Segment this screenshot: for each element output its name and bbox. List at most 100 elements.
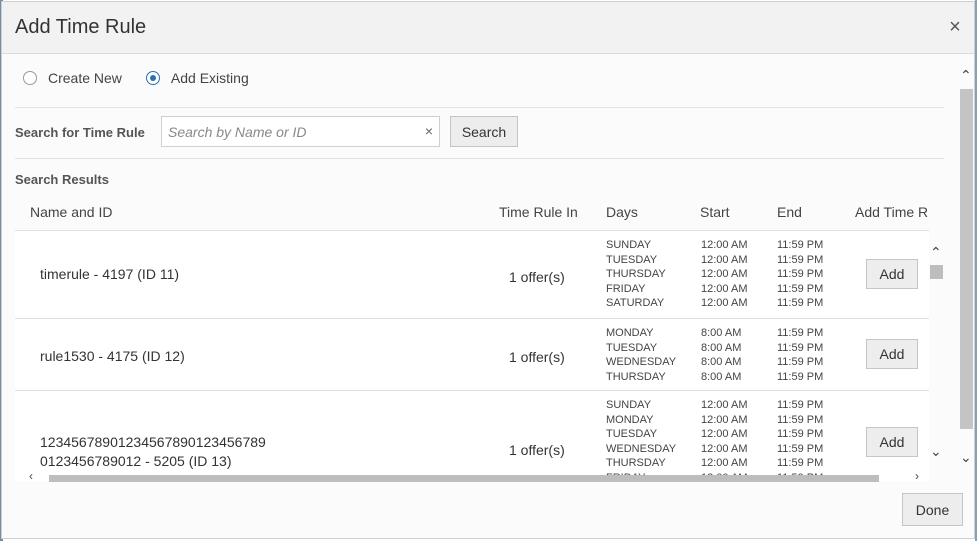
scrollbar-thumb[interactable]	[960, 89, 973, 429]
start-times: 12:00 AM 12:00 AM 12:00 AM 12:00 AM 12:0…	[701, 398, 747, 481]
start-time: 8:00 AM	[701, 327, 742, 339]
scrollbar-thumb[interactable]	[49, 475, 879, 482]
done-button[interactable]: Done	[902, 493, 963, 526]
add-time-rule-dialog: Add Time Rule × Create New Add Existing …	[1, 1, 975, 539]
rule-name-line: rule1530 - 4175 (ID 12)	[40, 348, 185, 364]
table-row: timerule - 4197 (ID 11) 1 offer(s) SUNDA…	[15, 231, 929, 319]
end-times: 11:59 PM 11:59 PM 11:59 PM 11:59 PM 11:5…	[777, 398, 823, 481]
start-time: 12:00 AM	[701, 253, 748, 266]
rule-name-line: 0123456789012 - 5205 (ID 13)	[40, 453, 232, 469]
chevron-down-icon[interactable]: ⌄	[960, 449, 972, 466]
search-button[interactable]: Search	[450, 116, 518, 147]
day: FRIDAY	[606, 282, 646, 295]
rule-name: rule1530 - 4175 (ID 12)	[40, 347, 185, 366]
start-time: 12:00 AM	[701, 413, 748, 426]
day: SUNDAY	[606, 239, 652, 251]
start-time: 12:00 AM	[701, 268, 748, 281]
table-vertical-scrollbar[interactable]: ⌃ ⌄	[929, 240, 945, 480]
end-time: 11:59 PM	[777, 282, 824, 295]
day: THURSDAY	[606, 457, 666, 470]
add-existing-label[interactable]: Add Existing	[171, 70, 249, 86]
day: SUNDAY	[606, 399, 652, 411]
end-times: 11:59 PM 11:59 PM 11:59 PM 11:59 PM 11:5…	[777, 238, 823, 311]
rule-name-line: timerule - 4197 (ID 11)	[40, 266, 180, 282]
end-time: 11:59 PM	[777, 253, 824, 266]
rule-name: timerule - 4197 (ID 11)	[40, 265, 179, 284]
start-time: 8:00 AM	[701, 356, 742, 369]
scrollbar-thumb[interactable]	[930, 265, 943, 279]
day: MONDAY	[606, 413, 654, 426]
end-time: 11:59 PM	[777, 341, 824, 354]
time-rule-in: 1 offer(s)	[509, 349, 565, 365]
day: SATURDAY	[606, 297, 665, 310]
start-time: 8:00 AM	[701, 370, 742, 383]
table-header: Name and ID Time Rule In Days Start End …	[15, 195, 929, 231]
mode-radio-group: Create New Add Existing	[23, 70, 273, 86]
days-list: SUNDAY MONDAY TUESDAY WEDNESDAY THURSDAY…	[606, 398, 676, 481]
rule-name-line: 12345678901234567890123456789	[40, 434, 266, 450]
column-header-end[interactable]: End	[777, 204, 802, 220]
search-field[interactable]: ×	[161, 116, 440, 147]
start-time: 12:00 AM	[701, 399, 748, 411]
end-times: 11:59 PM 11:59 PM 11:59 PM 11:59 PM	[777, 326, 823, 384]
rule-name: 12345678901234567890123456789 0123456789…	[40, 433, 266, 471]
table-horizontal-scrollbar[interactable]: ‹ ›	[29, 469, 919, 483]
divider	[15, 107, 944, 108]
column-header-days[interactable]: Days	[606, 204, 638, 220]
time-rule-in: 1 offer(s)	[509, 442, 565, 458]
table-row: rule1530 - 4175 (ID 12) 1 offer(s) MONDA…	[15, 319, 929, 391]
close-icon[interactable]: ×	[946, 17, 964, 37]
day: MONDAY	[606, 327, 654, 339]
search-input[interactable]	[162, 117, 418, 146]
start-time: 12:00 AM	[701, 297, 748, 310]
end-time: 11:59 PM	[777, 442, 824, 455]
start-time: 12:00 AM	[701, 428, 748, 441]
start-times: 8:00 AM 8:00 AM 8:00 AM 8:00 AM	[701, 326, 741, 384]
end-time: 11:59 PM	[777, 268, 824, 281]
start-time: 12:00 AM	[701, 282, 748, 295]
chevron-up-icon[interactable]: ⌃	[960, 67, 972, 84]
results-table: Name and ID Time Rule In Days Start End …	[15, 195, 929, 481]
end-time: 11:59 PM	[777, 413, 824, 426]
end-time: 11:59 PM	[777, 428, 824, 441]
chevron-up-icon[interactable]: ⌃	[930, 244, 942, 261]
end-time: 11:59 PM	[777, 239, 824, 251]
days-list: SUNDAY TUESDAY THURSDAY FRIDAY SATURDAY	[606, 238, 666, 311]
chevron-left-icon[interactable]: ‹	[29, 469, 33, 483]
dialog-title: Add Time Rule	[15, 16, 147, 38]
clear-icon[interactable]: ×	[425, 123, 433, 139]
start-time: 8:00 AM	[701, 341, 742, 354]
add-button[interactable]: Add	[866, 339, 918, 369]
start-times: 12:00 AM 12:00 AM 12:00 AM 12:00 AM 12:0…	[701, 238, 747, 311]
start-time: 12:00 AM	[701, 457, 748, 470]
create-new-radio[interactable]	[23, 71, 37, 85]
dialog-header: Add Time Rule ×	[2, 2, 974, 54]
end-time: 11:59 PM	[777, 370, 824, 383]
dialog-vertical-scrollbar[interactable]: ⌃ ⌄	[958, 62, 976, 472]
day: WEDNESDAY	[606, 356, 677, 369]
end-time: 11:59 PM	[777, 297, 824, 310]
chevron-down-icon[interactable]: ⌄	[930, 443, 942, 460]
table-row: 12345678901234567890123456789 0123456789…	[15, 391, 929, 481]
search-label: Search for Time Rule	[15, 125, 145, 140]
day: TUESDAY	[606, 253, 658, 266]
divider	[15, 158, 944, 159]
start-time: 12:00 AM	[701, 239, 748, 251]
column-header-add[interactable]: Add Time Ru	[855, 204, 929, 220]
day: THURSDAY	[606, 370, 666, 383]
end-time: 11:59 PM	[777, 356, 824, 369]
create-new-label[interactable]: Create New	[48, 70, 122, 86]
column-header-start[interactable]: Start	[700, 204, 730, 220]
time-rule-in: 1 offer(s)	[509, 269, 565, 285]
day: THURSDAY	[606, 268, 666, 281]
day: WEDNESDAY	[606, 442, 677, 455]
search-results-title: Search Results	[15, 172, 109, 187]
add-existing-radio[interactable]	[145, 71, 160, 85]
day: TUESDAY	[606, 428, 658, 441]
add-button[interactable]: Add	[866, 427, 918, 457]
column-header-time-rule-in[interactable]: Time Rule In	[499, 204, 578, 220]
chevron-right-icon[interactable]: ›	[915, 469, 919, 483]
start-time: 12:00 AM	[701, 442, 748, 455]
column-header-name[interactable]: Name and ID	[30, 204, 112, 220]
add-button[interactable]: Add	[866, 259, 918, 289]
